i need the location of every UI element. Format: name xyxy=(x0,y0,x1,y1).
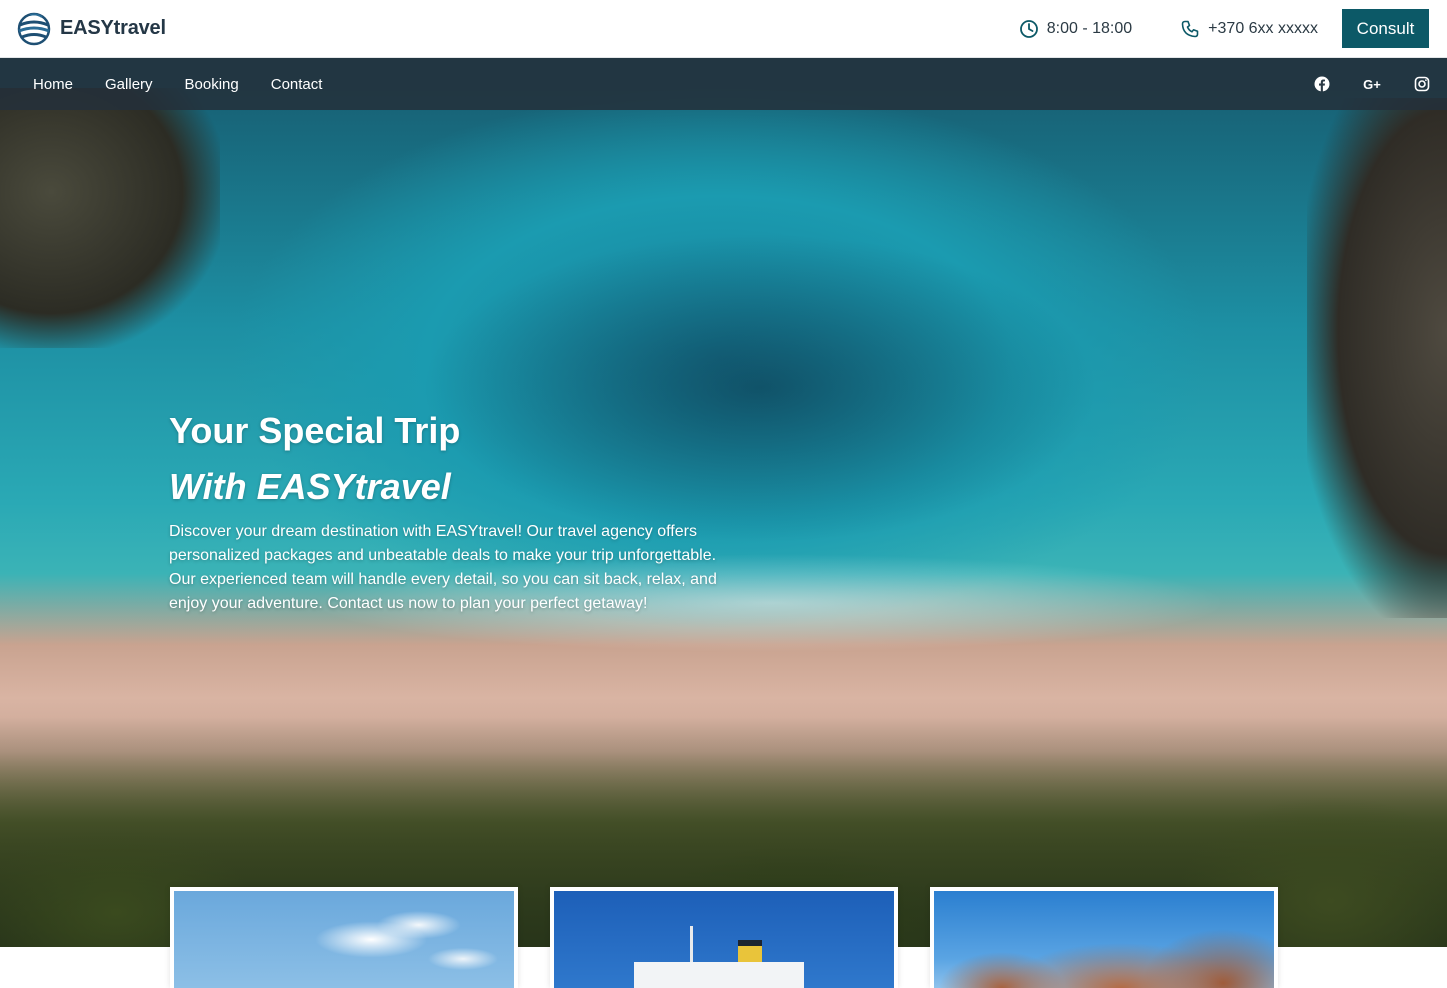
google-plus-icon[interactable]: G+ xyxy=(1362,76,1382,92)
ship-hull xyxy=(634,962,804,988)
cruise-ship-image xyxy=(554,891,894,988)
brand[interactable]: EASYtravel xyxy=(16,11,166,47)
brand-name: EASYtravel xyxy=(60,17,166,39)
hero-description: Discover your dream destination with EAS… xyxy=(169,523,717,612)
destination-card[interactable] xyxy=(930,887,1278,988)
social-links: G+ xyxy=(1282,76,1430,92)
consult-button[interactable]: Consult xyxy=(1342,9,1429,48)
destination-card[interactable] xyxy=(170,887,518,988)
nav-item-gallery[interactable]: Gallery xyxy=(105,76,153,93)
nav-item-booking[interactable]: Booking xyxy=(185,76,239,93)
header-right: 8:00 - 18:00 +370 6xx xxxxx Consult xyxy=(1019,0,1447,57)
ship-mast xyxy=(690,926,693,962)
hero-subtitle: With EASYtravel xyxy=(169,466,451,507)
destination-cards xyxy=(0,887,1447,988)
destination-card[interactable] xyxy=(550,887,898,988)
nav-item-contact[interactable]: Contact xyxy=(271,76,323,93)
desert-rocks-image xyxy=(934,891,1274,988)
hero-cliff-left xyxy=(0,88,220,348)
sky-clouds-image xyxy=(174,891,514,988)
phone-number[interactable]: +370 6xx xxxxx xyxy=(1180,19,1318,39)
hours-text: 8:00 - 18:00 xyxy=(1046,19,1133,37)
instagram-icon[interactable] xyxy=(1414,76,1430,92)
facebook-icon[interactable] xyxy=(1314,76,1330,92)
top-header: EASYtravel 8:00 - 18:00 +370 6xx xxxxx C… xyxy=(0,0,1447,58)
nav-links: Home Gallery Booking Contact xyxy=(33,76,354,93)
hero-title: Your Special Trip xyxy=(169,410,461,451)
clock-icon xyxy=(1019,19,1038,38)
working-hours: 8:00 - 18:00 xyxy=(1019,19,1132,39)
hero-text: Your Special Trip With EASYtravel Discov… xyxy=(169,410,729,616)
globe-logo-icon xyxy=(17,12,51,45)
main-navbar: Home Gallery Booking Contact G+ xyxy=(0,58,1447,110)
phone-text: +370 6xx xxxxx xyxy=(1208,19,1318,37)
nav-item-home[interactable]: Home xyxy=(33,76,73,93)
phone-icon xyxy=(1181,20,1199,37)
